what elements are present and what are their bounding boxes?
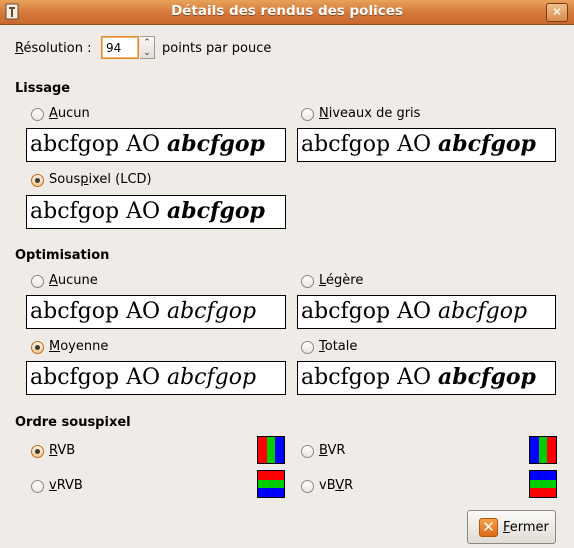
stepper-up-icon[interactable]: ⌃ (142, 38, 152, 48)
resolution-spinbutton[interactable]: 94 ⌃ ⌄ (101, 36, 155, 61)
optimisation-none-radio[interactable] (31, 275, 44, 288)
optimisation-medium-preview: abcfgop AO abcfgop (26, 361, 286, 395)
swatch-blue-stripe (258, 488, 284, 498)
title-bar: Détails des rendus des polices ✕ (0, 0, 574, 25)
optimisation-heading: Optimisation (15, 248, 110, 263)
optimisation-medium-label[interactable]: Moyenne (49, 339, 108, 354)
subpixel-order-heading: Ordre souspixel (15, 415, 131, 430)
swatch-red-stripe (547, 437, 557, 463)
lissage-subpixel-preview: abcfgop AO abcfgop (26, 195, 286, 229)
optimisation-slight-preview: abcfgop AO abcfgop (297, 295, 556, 329)
swatch-blue-stripe (530, 471, 556, 480)
lissage-gray-label[interactable]: Niveaux de gris (319, 106, 420, 121)
optimisation-none-preview: abcfgop AO abcfgop (26, 295, 286, 329)
swatch-blue-stripe (275, 437, 285, 463)
optimisation-full-preview: abcfgop AO abcfgop (297, 361, 556, 395)
optimisation-full-radio[interactable] (301, 341, 314, 354)
resolution-unit: points par pouce (162, 41, 272, 56)
lissage-none-label[interactable]: Aucun (49, 106, 90, 121)
subpixel-bgr-label[interactable]: BVR (319, 443, 345, 458)
subpixel-rgb-label[interactable]: RVB (49, 443, 75, 458)
lissage-subpixel-radio[interactable] (31, 174, 44, 187)
optimisation-full-label[interactable]: Totale (319, 339, 357, 354)
swatch-green-stripe (530, 479, 556, 489)
swatch-red-stripe (258, 437, 267, 463)
subpixel-bgr-radio[interactable] (301, 445, 314, 458)
lissage-gray-preview: abcfgop AO abcfgop (297, 128, 556, 162)
lissage-none-preview: abcfgop AO abcfgop (26, 128, 286, 162)
optimisation-slight-radio[interactable] (301, 275, 314, 288)
close-icon: ✕ (551, 5, 563, 19)
swatch-green-stripe (258, 479, 284, 489)
close-button[interactable]: ✕ Fermer (467, 510, 556, 544)
swatch-red-stripe (530, 488, 556, 498)
optimisation-none-label[interactable]: Aucune (49, 273, 98, 288)
lissage-subpixel-label[interactable]: Souspixel (LCD) (49, 172, 152, 187)
resolution-stepper[interactable]: ⌃ ⌄ (140, 36, 155, 59)
swatch-green-stripe (538, 437, 548, 463)
lissage-heading: Lissage (15, 81, 71, 96)
subpixel-vrgb-swatch (257, 470, 285, 498)
lissage-none-radio[interactable] (31, 108, 44, 121)
close-icon: ✕ (479, 518, 498, 537)
optimisation-medium-radio[interactable] (31, 341, 44, 354)
swatch-blue-stripe (530, 437, 539, 463)
subpixel-vrgb-label[interactable]: vRVB (49, 478, 83, 493)
subpixel-vbgr-radio[interactable] (301, 480, 314, 493)
stepper-down-icon[interactable]: ⌄ (142, 48, 152, 58)
close-button-label: Fermer (503, 520, 549, 535)
subpixel-rgb-radio[interactable] (31, 445, 44, 458)
window-close-button[interactable]: ✕ (546, 3, 568, 22)
subpixel-rgb-swatch (257, 436, 285, 464)
subpixel-vrgb-radio[interactable] (31, 480, 44, 493)
subpixel-vbgr-label[interactable]: vBVR (319, 478, 353, 493)
window-title: Détails des rendus des polices (171, 3, 403, 19)
subpixel-vbgr-swatch (529, 470, 557, 498)
swatch-red-stripe (258, 471, 284, 480)
optimisation-slight-label[interactable]: Légère (319, 273, 363, 288)
subpixel-bgr-swatch (529, 436, 557, 464)
swatch-green-stripe (266, 437, 276, 463)
lissage-gray-radio[interactable] (301, 108, 314, 121)
resolution-input[interactable]: 94 (101, 36, 139, 59)
resolution-label: Résolution : (15, 41, 92, 56)
